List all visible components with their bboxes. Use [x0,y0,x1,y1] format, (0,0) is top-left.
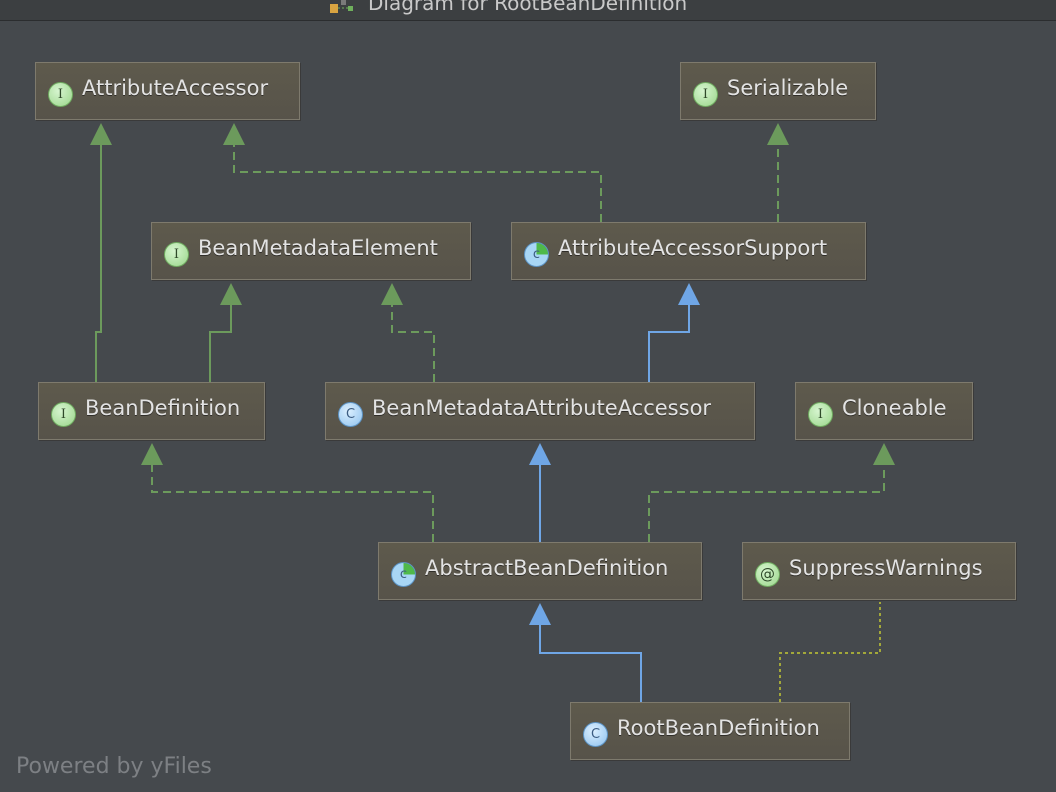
node-suppress-warnings[interactable]: @ SuppressWarnings [742,542,1016,600]
interface-icon: I [164,241,189,267]
abstract-class-icon: c [524,241,549,267]
node-label: BeanMetadataElement [198,236,438,260]
edge-rootbeandefinition-abstractbeandefinition [539,623,642,702]
arrowhead [223,123,245,145]
interface-icon: I [808,401,833,427]
powered-by-label: Powered by yFiles [16,754,212,779]
class-icon: C [338,401,363,427]
edge-beanmetadataattributeaccessor-attributeaccessorsupport [648,303,690,382]
edge-attributeaccessorsupport-attributeaccessor [233,143,602,222]
node-label: Serializable [727,76,849,100]
node-label: BeanMetadataAttributeAccessor [372,396,712,420]
abstract-class-icon: c [391,561,416,587]
class-icon: C [583,721,608,747]
arrowhead [90,123,112,145]
node-label: AbstractBeanDefinition [425,556,669,580]
node-label: Cloneable [842,396,947,420]
arrowhead [678,283,700,305]
arrowhead [767,123,789,145]
node-label: RootBeanDefinition [617,716,820,740]
arrowhead [529,443,551,465]
edge-beandefinition-beanmetadataelement [209,303,232,382]
edge-rootbeandefinition-suppresswarnings [779,602,881,702]
edge-abstractbeandefinition-cloneable [648,463,885,542]
node-attribute-accessor-support[interactable]: c AttributeAccessorSupport [511,222,866,280]
edge-abstractbeandefinition-beandefinition [151,463,434,542]
arrowhead [873,443,895,465]
node-serializable[interactable]: I Serializable [680,62,876,120]
node-label: SuppressWarnings [789,556,983,580]
node-label: AttributeAccessorSupport [558,236,828,260]
edge-beanmetadataattributeaccessor-beanmetadataelement [391,303,435,382]
node-label: BeanDefinition [85,396,241,420]
node-label: AttributeAccessor [82,76,269,100]
node-abstract-bean-definition[interactable]: c AbstractBeanDefinition [378,542,702,600]
annotation-icon: @ [755,561,780,587]
arrowhead [529,603,551,625]
node-bean-definition[interactable]: I BeanDefinition [38,382,265,440]
arrowhead [381,283,403,305]
edge-beandefinition-attributeaccessor [95,143,102,382]
node-cloneable[interactable]: I Cloneable [795,382,973,440]
interface-icon: I [693,81,718,107]
node-bean-metadata-attribute-accessor[interactable]: C BeanMetadataAttributeAccessor [325,382,755,440]
arrowhead [141,443,163,465]
interface-icon: I [51,401,76,427]
node-bean-metadata-element[interactable]: I BeanMetadataElement [151,222,471,280]
interface-icon: I [48,81,73,107]
node-root-bean-definition[interactable]: C RootBeanDefinition [570,702,850,760]
arrowhead [220,283,242,305]
node-attribute-accessor[interactable]: I AttributeAccessor [35,62,300,120]
